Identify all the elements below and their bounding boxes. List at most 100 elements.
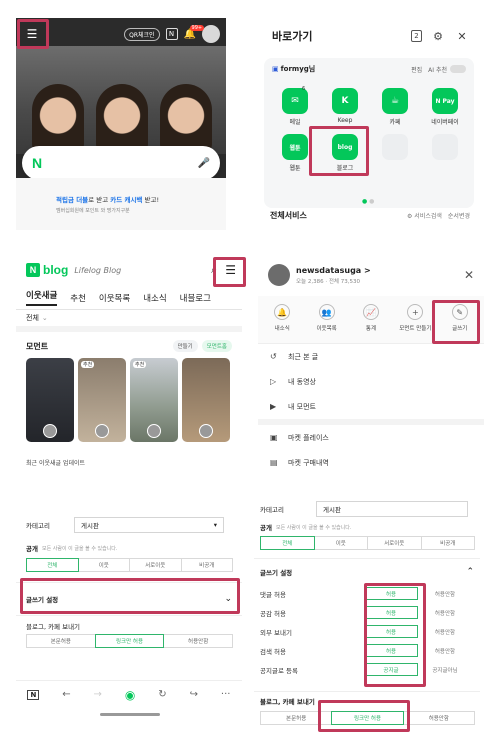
public-all[interactable]: 전체 (260, 536, 315, 550)
option-label: 공감 허용 (260, 609, 286, 618)
ad-banner[interactable]: 적립금 더블로 받고 카드 캐시백 받고! 멤버십회원에 포인트 와 명가지구분 (16, 178, 226, 230)
naver-home-icon[interactable]: N (27, 689, 40, 700)
ad-text-a: 적립금 더블 (56, 196, 89, 204)
neighbor-list-button[interactable]: 👥 이웃목록 (307, 304, 347, 335)
ad-text-d: 받고! (142, 196, 160, 204)
tab-recommend[interactable]: 추천 (70, 292, 86, 304)
my-news-button[interactable]: 🔔 내소식 (262, 304, 302, 335)
naver-logo-icon: N (32, 155, 43, 171)
menu-label: 내 모먼트 (288, 402, 316, 411)
forward-icon[interactable]: → (94, 689, 102, 700)
share-full[interactable]: 본문허용 (26, 634, 96, 648)
blog-logo: blog (43, 263, 69, 277)
share-link-only[interactable]: 링크만 허용 (94, 634, 165, 648)
reorder-button[interactable]: 순서변경 (448, 211, 470, 220)
menu-my-moments[interactable]: ▶ 내 모먼트 (258, 394, 484, 419)
bell-icon: 🔔 (274, 304, 291, 320)
option-deny[interactable]: 허용안함 (421, 647, 469, 655)
menu-recent-posts[interactable]: ↺ 최근 본 글 (258, 344, 484, 369)
option-label: 검색 허용 (260, 647, 286, 656)
notification-icon[interactable]: 🔔 99+ (184, 24, 205, 40)
public-private[interactable]: 비공개 (180, 558, 233, 572)
public-options: 전체 이웃 서로이웃 비공개 (260, 536, 475, 550)
public-neighbor[interactable]: 이웃 (77, 558, 130, 572)
public-all[interactable]: 전체 (26, 558, 79, 572)
moment-thumb[interactable] (182, 358, 230, 442)
avatar (43, 424, 57, 438)
tab-my-news[interactable]: 내소식 (143, 292, 166, 304)
share-link-only[interactable]: 링크만 허용 (331, 711, 404, 725)
option-deny[interactable]: 허용안함 (421, 609, 469, 617)
avatar[interactable] (202, 25, 220, 43)
mail-badge: 6 (302, 86, 306, 92)
option-deny[interactable]: 공지글아님 (421, 666, 469, 674)
app-naverpay[interactable]: N Pay 네이버페이 (420, 88, 470, 126)
webtoon-icon: 웹툰 (282, 134, 308, 160)
avatar (199, 424, 213, 438)
app-keep[interactable]: K Keep (320, 88, 370, 126)
green-dot-icon[interactable]: ◉ (125, 688, 135, 702)
tab-count-icon[interactable]: 2 (411, 30, 422, 42)
menu-market-orders[interactable]: ▤ 마켓 구매내역 (258, 450, 484, 475)
more-icon[interactable]: ··· (221, 689, 231, 700)
blog-home-panel: N blog Lifelog Blog ⌕ ☰ 이웃새글 추천 이웃목록 내소식… (16, 254, 242, 466)
category-select[interactable]: 게시판 (316, 501, 468, 517)
notification-badge: 99+ (189, 24, 205, 31)
refresh-icon[interactable]: ↻ (158, 689, 166, 700)
blog-tabs: 이웃새글 추천 이웃목록 내소식 내블로그 (16, 286, 242, 310)
public-private[interactable]: 비공개 (420, 536, 475, 550)
menu-label: 마켓 구매내역 (288, 458, 329, 467)
share-deny[interactable]: 허용안함 (402, 711, 475, 725)
moment-thumb[interactable]: 추천 (78, 358, 126, 442)
app-mail[interactable]: ✉ 메일 (270, 88, 320, 126)
close-icon[interactable]: ✕ (454, 30, 470, 43)
menu-my-videos[interactable]: ▷ 내 동영상 (258, 369, 484, 394)
banner-photo (16, 46, 226, 154)
tab-neighbor-posts[interactable]: 이웃새글 (26, 289, 58, 306)
play-icon: ▷ (270, 377, 277, 386)
make-moment-button[interactable]: + 모먼트 만들기 (395, 304, 435, 335)
person-photo (160, 84, 212, 154)
keep-icon: K (332, 88, 358, 114)
shortcut-card: ▣ formyg님 편집 AI 추천 ✉ 메일 K Keep ☕ 카페 N Pay 네이… (264, 58, 474, 208)
share-deny[interactable]: 허용안함 (163, 634, 234, 648)
moment-title: 모먼트 (26, 341, 49, 351)
tab-neighbor-list[interactable]: 이웃목록 (99, 292, 130, 304)
ai-toggle[interactable] (450, 65, 466, 73)
qr-checkin-button[interactable]: QR체크인 (124, 27, 160, 41)
search-bar[interactable]: N 🎤 (22, 146, 220, 180)
make-moment-button[interactable]: 만들기 (172, 340, 198, 352)
stats-button[interactable]: 📈 통계 (351, 304, 391, 335)
public-mutual[interactable]: 서로이웃 (129, 558, 182, 572)
edit-button[interactable]: 편집 (411, 65, 422, 74)
app-cafe[interactable]: ☕ 카페 (370, 88, 420, 126)
moment-thumb[interactable]: 추천 (130, 358, 178, 442)
moment-home-button[interactable]: 모먼트홈 (201, 340, 232, 352)
tab-my-blog[interactable]: 내블로그 (180, 292, 211, 304)
option-label: 댓글 허용 (260, 590, 286, 599)
profile-header[interactable]: newsdatasuga > 오늘 2,386 · 전체 73,530 ✕ (258, 254, 484, 296)
profile-name: formyg님 (280, 65, 316, 73)
app-label: 카페 (389, 119, 401, 126)
chevron-up-icon: ⌃ (466, 566, 474, 577)
gear-icon[interactable]: ⚙ (430, 30, 446, 43)
blog-header: N blog Lifelog Blog ⌕ ☰ (16, 254, 242, 286)
naver-n-icon[interactable]: N (165, 28, 178, 40)
share-icon[interactable]: ↪ (190, 689, 198, 700)
close-icon[interactable]: ✕ (464, 268, 474, 282)
public-mutual[interactable]: 서로이웃 (367, 536, 422, 550)
filter-dropdown[interactable]: 전체 ⌄ (16, 310, 242, 332)
moment-thumb[interactable] (26, 358, 74, 442)
service-search-button[interactable]: ⚙ 서비스검색 (407, 211, 442, 220)
mic-icon[interactable]: 🎤 (198, 158, 210, 169)
all-services-title: 전체서비스 (270, 211, 307, 220)
menu-marketplace[interactable]: ▣ 마켓 플레이스 (258, 425, 484, 450)
public-neighbor[interactable]: 이웃 (313, 536, 368, 550)
write-settings-row[interactable]: 글쓰기 설정 ⌃ (254, 558, 480, 584)
caret-down-icon: ▾ (213, 521, 217, 529)
category-value: 게시판 (81, 522, 99, 530)
option-deny[interactable]: 허용안함 (421, 628, 469, 636)
option-deny[interactable]: 허용안함 (421, 590, 469, 598)
back-icon[interactable]: ← (62, 689, 70, 700)
category-select[interactable]: 게시판 ▾ (74, 517, 224, 533)
